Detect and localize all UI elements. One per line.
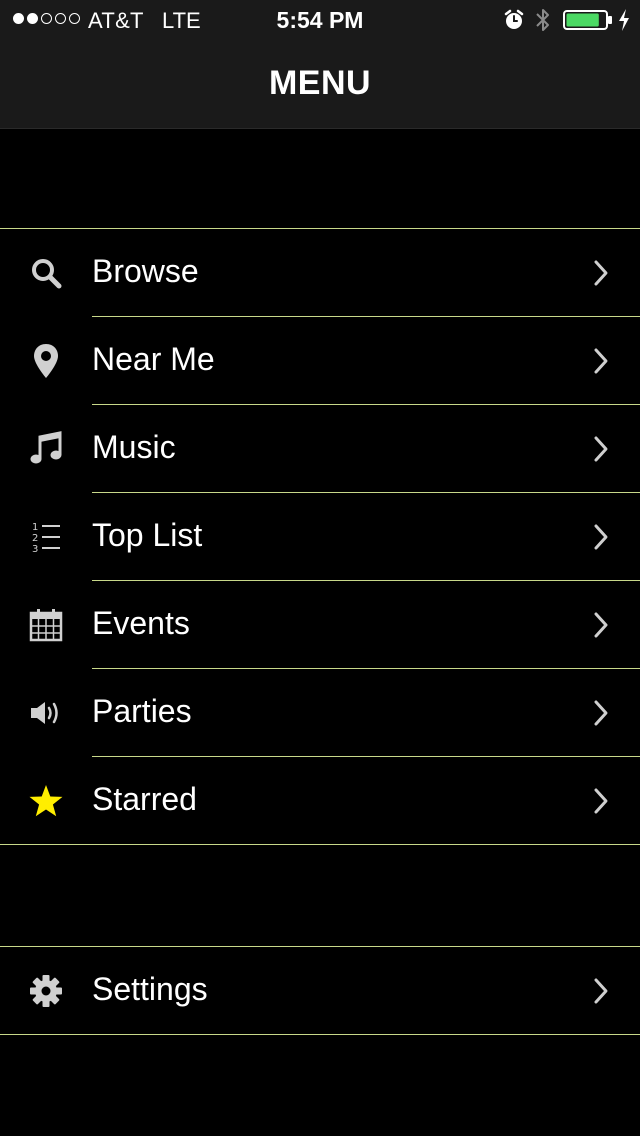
menu-item-near-me[interactable]: Near Me xyxy=(0,316,640,404)
search-icon xyxy=(26,253,66,293)
calendar-icon xyxy=(26,605,66,645)
chevron-right-icon xyxy=(594,436,608,462)
speaker-icon xyxy=(26,693,66,733)
alarm-icon xyxy=(504,9,524,29)
separator xyxy=(92,668,640,669)
svg-text:3: 3 xyxy=(32,544,38,554)
separator xyxy=(92,580,640,581)
menu-item-settings[interactable]: Settings xyxy=(0,947,640,1034)
menu-item-starred[interactable]: Starred xyxy=(0,756,640,844)
chevron-right-icon xyxy=(594,700,608,726)
menu-item-label: Near Me xyxy=(92,341,215,377)
menu-item-music[interactable]: Music xyxy=(0,404,640,492)
star-icon xyxy=(26,781,66,821)
menu-item-label: Top List xyxy=(92,517,203,553)
chevron-right-icon xyxy=(594,978,608,1004)
main-menu-list: Browse Near Me Music 1 2 3 Top List Even… xyxy=(0,228,640,845)
bluetooth-icon xyxy=(536,9,549,31)
gear-icon xyxy=(26,971,66,1011)
separator xyxy=(92,492,640,493)
numbered-list-icon: 1 2 3 xyxy=(26,517,66,557)
page-title: MENU xyxy=(268,64,372,102)
chevron-right-icon xyxy=(594,788,608,814)
chevron-right-icon xyxy=(594,524,608,550)
menu-item-events[interactable]: Events xyxy=(0,580,640,668)
map-pin-icon xyxy=(26,341,66,381)
separator xyxy=(92,404,640,405)
menu-item-top-list[interactable]: 1 2 3 Top List xyxy=(0,492,640,580)
menu-item-label: Browse xyxy=(92,253,199,289)
music-note-icon xyxy=(26,429,66,469)
separator xyxy=(92,316,640,317)
menu-item-label: Starred xyxy=(92,781,197,817)
svg-text:1: 1 xyxy=(32,522,38,533)
menu-item-label: Parties xyxy=(92,693,192,729)
menu-item-label: Settings xyxy=(92,971,208,1007)
charging-bolt-icon xyxy=(619,9,629,31)
battery-icon xyxy=(563,10,612,30)
svg-text:2: 2 xyxy=(32,533,38,544)
header-area: AT&T LTE 5:54 PM MENU xyxy=(0,0,640,129)
menu-item-parties[interactable]: Parties xyxy=(0,668,640,756)
chevron-right-icon xyxy=(594,348,608,374)
menu-screen: AT&T LTE 5:54 PM MENU Browse Near Me Mus… xyxy=(0,0,640,1136)
separator xyxy=(92,756,640,757)
settings-list: Settings xyxy=(0,946,640,1035)
chevron-right-icon xyxy=(594,612,608,638)
chevron-right-icon xyxy=(594,260,608,286)
menu-item-browse[interactable]: Browse xyxy=(0,229,640,316)
status-bar: AT&T LTE 5:54 PM xyxy=(0,0,640,40)
menu-item-label: Music xyxy=(92,429,176,465)
menu-item-label: Events xyxy=(92,605,190,641)
